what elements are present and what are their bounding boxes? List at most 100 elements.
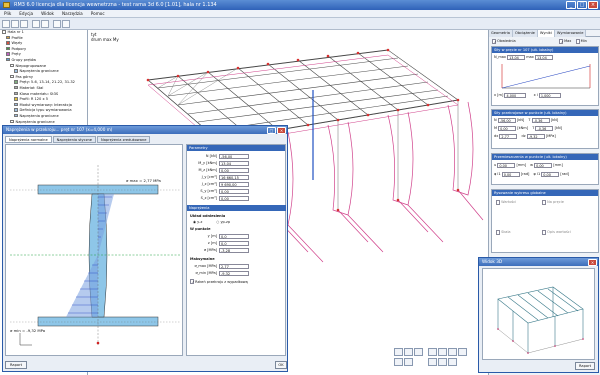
redo-icon[interactable] [41,20,49,28]
fit-icon[interactable] [438,348,447,356]
section-diagram: Rysowanie wykresu globalne Wartości Na p… [491,189,599,253]
obwiednia-checkbox[interactable]: ✓ [492,39,497,44]
menu-narzedzia[interactable]: Narzędzia [58,10,87,18]
diag-opt[interactable]: Skala [496,230,511,235]
menu-plik[interactable]: Plik [0,10,15,18]
new-icon[interactable] [2,20,10,28]
dialog-maximize-button[interactable]: □ [267,126,276,134]
stress-header: Naprężenia [187,205,286,211]
tab-normal-stress[interactable]: Naprężenia normalne [5,136,52,143]
zoom-out-icon[interactable] [404,348,413,356]
results-tabs: Geometria Obciążenie Wyniki Wymiarowanie [489,30,600,37]
section-displacements: Przemieszczenia w punkcie (ult. lokalny)… [491,153,599,185]
resultant-checkbox[interactable]: ✓ [190,279,195,284]
section-diagram-header: Rysowanie wykresu globalne [492,190,598,196]
zoom-in-icon[interactable] [394,348,403,356]
wpunkcie-label: W punkcie [190,227,211,231]
pf-row: dx 2,77 dz -9,32 [MPa] [494,134,556,139]
print-icon[interactable] [448,358,457,366]
stress-diagram [10,165,180,346]
tab-reduced-stress[interactable]: Naprężenia zredukowane [97,136,151,143]
max-checkbox[interactable]: ✓ [559,39,564,44]
ok-button[interactable]: OK [275,361,287,369]
section-displacements-header: Przemieszczenia w punkcie (ult. lokalny) [492,154,598,160]
view3d-close-button[interactable]: × [588,258,597,266]
tab-shear-stress[interactable]: Naprężenia styczne [52,136,97,143]
section-point-forces: Siły przekrojowe w punkcie (ult. lokalny… [491,109,599,149]
section-forces-header: Siły w pręcie nr 107 (ult. lokalny) [492,47,598,53]
nmax-field[interactable]: 13,04 [507,55,526,60]
minimize-button[interactable]: _ [566,1,576,9]
view3d-report-button[interactable]: Raport [575,362,595,370]
x-field[interactable]: 4,000 [504,93,527,98]
menu-pomoc[interactable]: Pomoc [87,10,109,18]
disp-u-field[interactable]: 0,00 [497,163,516,168]
dialog-buttons: Raport OK [5,360,287,370]
save-icon[interactable] [20,20,28,28]
select-icon[interactable] [428,358,437,366]
tab-wyniki[interactable]: Wyniki [537,30,555,37]
max-field[interactable]: 13,04 [535,55,554,60]
app-icon [3,2,10,8]
view-controls [392,346,487,374]
force-diagram [501,64,591,89]
disp-row: φ l1 0,00 [rad] φ l1 0,00 [rad] [494,172,569,177]
grid-icon[interactable] [438,358,447,366]
diag-opt[interactable]: Opis wartości [542,230,571,235]
title-bar: RM3 6.0 licencja dla licencja wewnetrzna… [0,0,600,10]
tab-geometria[interactable]: Geometria [489,30,513,37]
pf-row: M 0,00 [kNm] T -0,36 [kN] [494,126,562,131]
nmax-row: N_max 13,04 max 13,04 [494,55,554,60]
menu-widok[interactable]: Widok [37,10,58,18]
next-icon[interactable] [404,358,413,366]
pf-dx-field[interactable]: 2,77 [499,134,518,139]
view3d-canvas[interactable] [482,268,595,360]
section-point-forces-header: Siły przekrojowe w punkcie (ult. lokalny… [492,110,598,116]
disp-phi2-field[interactable]: 0,00 [541,172,560,177]
prev-icon[interactable] [394,358,403,366]
maximize-button[interactable]: □ [577,1,587,9]
dialog-close-button[interactable]: × [277,126,286,134]
stress-dialog: Naprężenia w przekroju... pręt nr 107 (x… [2,125,288,372]
view-front-icon[interactable] [458,348,467,356]
sigma-min-label: σ min = -9,32 MPa [10,328,46,333]
rotate-icon[interactable] [428,348,437,356]
disp-row: u 0,00 [mm] w 0,00 [mm] [494,163,563,168]
properties-panel: Parametry N [kN] -56,00 M_y [kNm] 13,04 M_… [186,144,286,356]
stress-tabs: Naprężenia normalne Naprężenia styczne Nap… [5,136,151,143]
ref-radio-row: ◉ y-z ○ yp-zp [193,220,231,224]
disp-w-field[interactable]: 0,00 [534,163,553,168]
toolbar [0,18,600,30]
view3d-model [497,286,584,354]
undo-icon[interactable] [32,20,40,28]
section-forces: Siły w pręcie nr 107 (ult. lokalny) N_ma… [491,46,599,106]
tab-wymiarowanie[interactable]: Wymiarowanie [554,30,587,37]
pf-t-field[interactable]: -0,36 [531,118,550,123]
open-icon[interactable] [11,20,19,28]
disp-phi-field[interactable]: 0,00 [501,172,520,177]
window-title: RM3 6.0 licencja dla licencja wewnetrzna… [14,2,217,8]
view3d-window: Widok 3D × Raport [478,257,599,373]
pf-m-field[interactable]: 0,00 [498,126,517,131]
pf-t2-field[interactable]: -0,36 [535,126,554,131]
view3d-title: Widok 3D [479,258,598,266]
tab-obciazenie[interactable]: Obciążenie [513,30,538,37]
close-button[interactable]: × [588,1,598,9]
stress-dialog-title: Naprężenia w przekroju... pręt nr 107 (x… [3,126,287,134]
min-checkbox[interactable] [575,39,580,44]
section-canvas[interactable]: σ max = 2,77 MPa σ min = -9,32 MPa [5,144,183,356]
xl-field[interactable]: 1,000 [538,93,561,98]
report-button[interactable]: Raport [5,361,27,369]
view-top-icon[interactable] [448,348,457,356]
pf-dz-field[interactable]: -9,32 [526,134,545,139]
menu-bar: Plik Edycja Widok Narzędzia Pomoc [0,10,600,18]
pan-icon[interactable] [414,348,423,356]
diag-opt[interactable]: Wartości [496,200,516,205]
sigma-max-label: σ max = 2,77 MPa [126,178,161,183]
menu-edycja[interactable]: Edycja [15,10,37,18]
diag-opt[interactable]: Na pręcie [542,200,564,205]
results-icon[interactable] [62,20,70,28]
pf-row: N -56,00 [kN] T -0,36 [kN] [494,118,559,123]
pf-n-field[interactable]: -56,00 [497,118,516,123]
calc-icon[interactable] [53,20,61,28]
